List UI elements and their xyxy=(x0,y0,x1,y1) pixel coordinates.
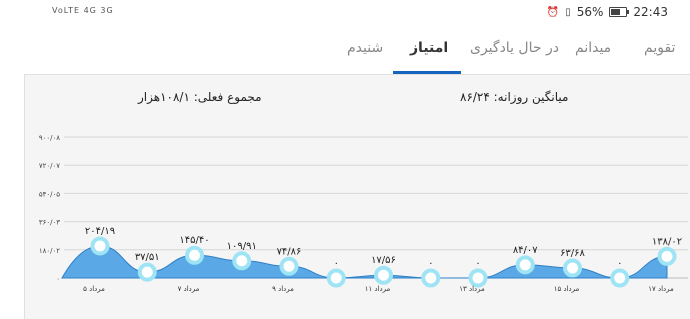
data-label: ۷۴/۸۶ xyxy=(277,246,302,257)
y-tick-label: ۷۲۰/۰۷ xyxy=(39,162,60,170)
x-tick-label: ۱۷ مرداد xyxy=(648,285,674,293)
data-point xyxy=(185,245,204,265)
data-point xyxy=(232,251,252,271)
data-label: ۱۳۸/۰۲ xyxy=(652,236,682,247)
y-tick-label: ۰ xyxy=(56,275,60,283)
x-tick-label: ۱۳ مرداد xyxy=(459,285,485,293)
data-label: ۱۴۵/۴۰ xyxy=(179,235,209,246)
y-tick-label: ۵۴۰/۰۵ xyxy=(39,190,60,198)
y-tick-label: ۱۸۰/۰۲ xyxy=(39,247,60,255)
data-point xyxy=(279,256,299,276)
data-point xyxy=(515,255,535,275)
data-label: ۶۳/۶۸ xyxy=(560,248,585,259)
data-label: ۳۷/۵۱ xyxy=(135,252,160,263)
data-label: ۱۰۹/۹۱ xyxy=(227,241,257,252)
data-label: ۰ xyxy=(475,258,480,269)
x-tick-label: ۱۵ مرداد xyxy=(554,285,580,293)
y-tick-label: ۳۶۰/۰۳ xyxy=(39,219,60,227)
data-point xyxy=(610,268,630,288)
data-point xyxy=(90,236,110,256)
data-label: ۰ xyxy=(334,258,339,269)
data-label: ۱۷/۵۶ xyxy=(371,255,396,266)
data-label: ۰ xyxy=(428,258,433,269)
data-point xyxy=(137,262,157,282)
data-point xyxy=(421,268,441,288)
x-tick-label: ۱۱ مرداد xyxy=(365,285,391,293)
y-tick-label: ۹۰۰/۰۸ xyxy=(39,134,60,142)
x-tick-label: ۷ مرداد xyxy=(178,285,200,293)
data-label: ۸۴/۰۷ xyxy=(513,245,538,256)
data-label: ۲۰۴/۱۹ xyxy=(85,226,115,237)
x-tick-label: ۹ مرداد xyxy=(272,285,294,293)
data-point xyxy=(468,268,488,288)
score-chart: ۰ ۱۸۰/۰۲ ۳۶۰/۰۳ ۵۴۰/۰۵ ۷۲۰/۰۷ ۹۰۰/۰۸ ۲۰۴/۱۹ ۵ م… xyxy=(39,134,688,293)
data-point xyxy=(563,258,582,278)
data-label: ۰ xyxy=(617,258,622,269)
x-tick-label: ۵ مرداد xyxy=(83,285,105,293)
data-point xyxy=(326,268,346,288)
data-point xyxy=(374,265,393,285)
data-point xyxy=(657,246,677,266)
